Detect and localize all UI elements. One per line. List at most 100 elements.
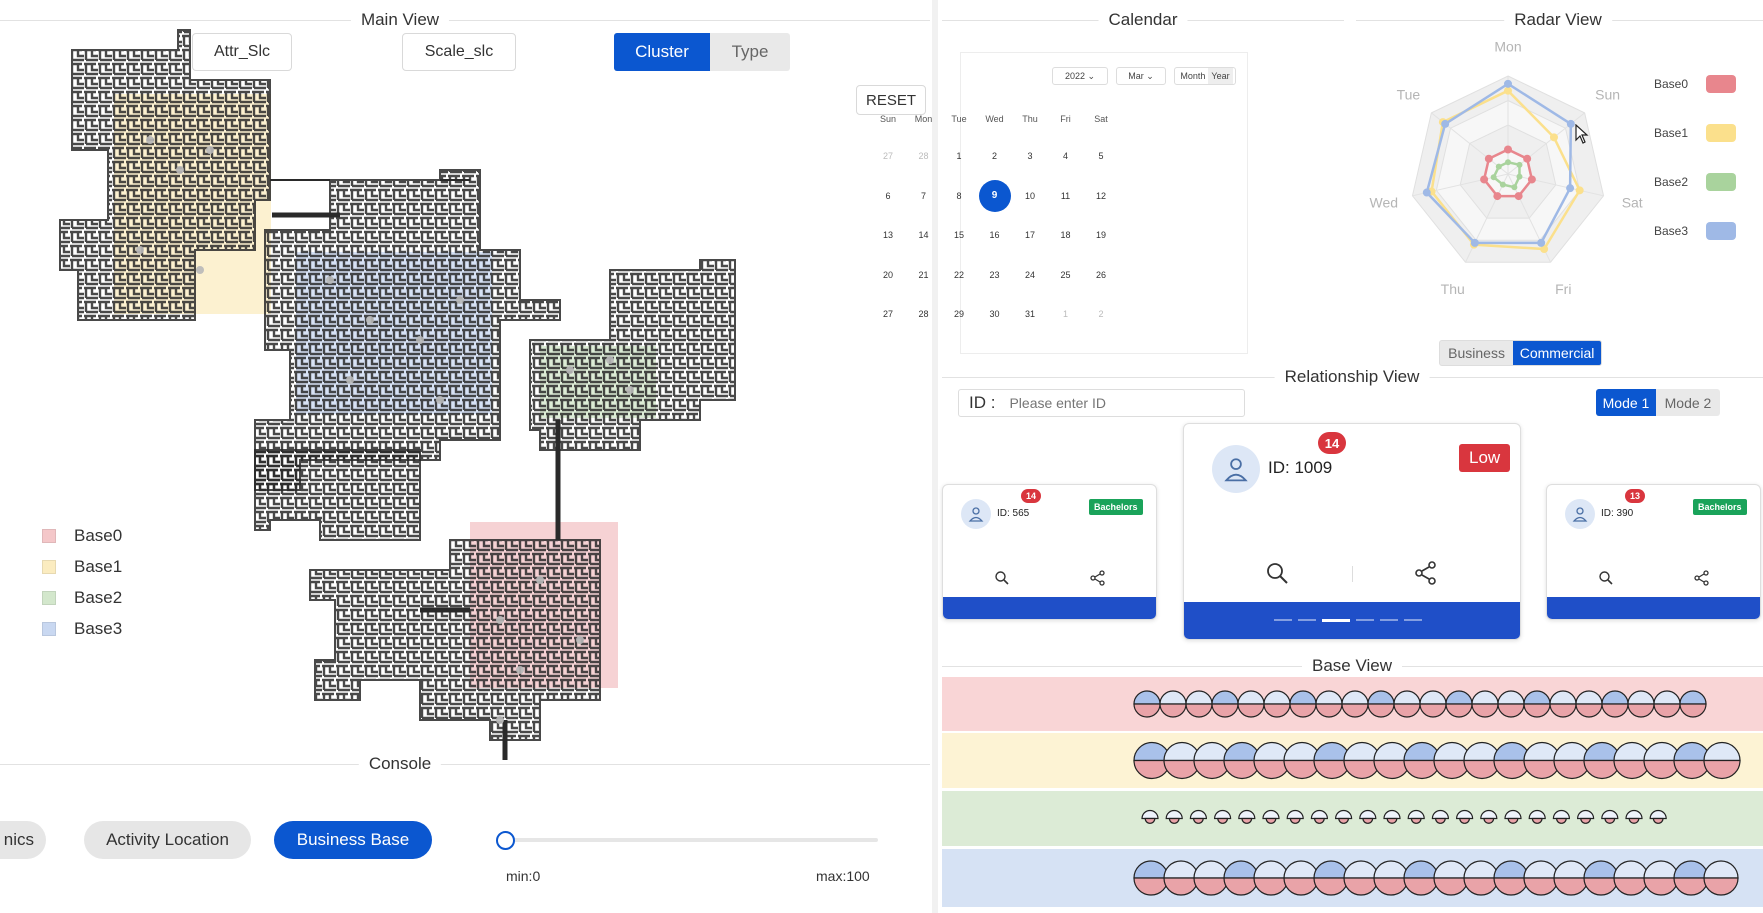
calendar-day[interactable]: 24: [1014, 270, 1046, 280]
base-glyph-bottom[interactable]: [1211, 703, 1239, 718]
base-glyph-top[interactable]: [1334, 809, 1353, 820]
base-glyph-top[interactable]: [1253, 860, 1289, 879]
base-glyph-bottom[interactable]: [1434, 817, 1446, 824]
radar-point[interactable]: [1441, 119, 1450, 128]
carousel-dot[interactable]: [1356, 619, 1374, 621]
base-glyph-bottom[interactable]: [1445, 703, 1473, 718]
base-glyph-top[interactable]: [1703, 741, 1741, 762]
calendar-day[interactable]: 26: [1085, 270, 1117, 280]
share-icon[interactable]: [1414, 561, 1438, 585]
base-glyph-bottom[interactable]: [1223, 877, 1259, 896]
calendar-day[interactable]: 1: [943, 151, 975, 161]
mode-1-toggle[interactable]: Mode 1: [1596, 389, 1656, 416]
radar-legend-item[interactable]: Base3: [1654, 222, 1736, 240]
base-glyph-top[interactable]: [1419, 690, 1447, 705]
base-glyph-top[interactable]: [1286, 809, 1304, 820]
base-glyph-bottom[interactable]: [1628, 817, 1640, 824]
base-glyph-top[interactable]: [1213, 809, 1232, 820]
base-glyph-top[interactable]: [1601, 809, 1619, 820]
base-glyph-bottom[interactable]: [1613, 877, 1649, 896]
radar-point[interactable]: [1480, 175, 1489, 184]
base-glyph-top[interactable]: [1549, 690, 1577, 705]
base-glyph-bottom[interactable]: [1643, 877, 1679, 896]
base-glyph-top[interactable]: [1552, 809, 1571, 820]
base-glyph-bottom[interactable]: [1338, 817, 1350, 824]
calendar-day[interactable]: 17: [1014, 230, 1046, 240]
base-glyph-top[interactable]: [1445, 690, 1473, 705]
radar-point[interactable]: [1537, 238, 1546, 247]
base-glyph-top[interactable]: [1141, 809, 1159, 820]
base-glyph-top[interactable]: [1223, 860, 1259, 879]
radar-point[interactable]: [1516, 161, 1523, 168]
base-glyph-bottom[interactable]: [1583, 877, 1619, 896]
calendar-day[interactable]: 5: [1085, 151, 1117, 161]
base-glyph-bottom[interactable]: [1192, 817, 1204, 824]
base-glyph-bottom[interactable]: [1523, 877, 1559, 896]
calendar-day[interactable]: 1: [1050, 309, 1082, 319]
base-glyph-bottom[interactable]: [1483, 817, 1495, 824]
base-glyph-top[interactable]: [1673, 860, 1709, 879]
base-glyph-top[interactable]: [1583, 860, 1619, 879]
base-glyph-top[interactable]: [1553, 860, 1589, 879]
base-glyph-bottom[interactable]: [1168, 817, 1180, 824]
base-row[interactable]: [942, 849, 1763, 907]
calendar-day[interactable]: 20: [872, 270, 904, 280]
base-glyph-bottom[interactable]: [1497, 703, 1525, 718]
base-glyph-bottom[interactable]: [1386, 817, 1398, 824]
base-glyph-bottom[interactable]: [1652, 817, 1664, 824]
base-glyph-bottom[interactable]: [1265, 817, 1277, 824]
business-toggle[interactable]: Business: [1440, 341, 1513, 365]
search-icon[interactable]: [1265, 561, 1289, 585]
carousel-dot[interactable]: [1298, 619, 1316, 621]
base-glyph-bottom[interactable]: [1419, 703, 1447, 718]
search-icon[interactable]: [994, 570, 1010, 586]
base-glyph-top[interactable]: [1575, 690, 1603, 705]
base-glyph-bottom[interactable]: [1289, 703, 1317, 718]
base-glyph-bottom[interactable]: [1289, 817, 1301, 824]
radar-point[interactable]: [1422, 188, 1431, 197]
base-glyph-top[interactable]: [1576, 809, 1595, 820]
calendar-day[interactable]: 4: [1050, 151, 1082, 161]
base-glyph-top[interactable]: [1189, 809, 1208, 820]
person-card-1009[interactable]: 14 ID: 1009 Low: [1183, 423, 1521, 640]
base-glyph-bottom[interactable]: [1555, 817, 1567, 824]
threshold-slider-track[interactable]: [506, 838, 878, 842]
calendar-day[interactable]: 14: [908, 230, 940, 240]
base-glyph-bottom[interactable]: [1159, 703, 1187, 718]
calendar-day[interactable]: 11: [1050, 191, 1082, 201]
base-glyph-bottom[interactable]: [1410, 817, 1422, 824]
calendar-day[interactable]: 13: [872, 230, 904, 240]
radar-point[interactable]: [1566, 184, 1575, 193]
base-glyph-top[interactable]: [1315, 690, 1343, 705]
search-icon[interactable]: [1598, 570, 1614, 586]
radar-point[interactable]: [1523, 154, 1532, 163]
base-glyph-bottom[interactable]: [1313, 817, 1325, 824]
base-glyph-bottom[interactable]: [1341, 703, 1369, 718]
base-glyph-bottom[interactable]: [1362, 817, 1374, 824]
base-glyph-bottom[interactable]: [1393, 703, 1421, 718]
radar-legend-item[interactable]: Base2: [1654, 173, 1736, 191]
activity-location-button[interactable]: Activity Location: [84, 821, 251, 859]
base-glyph-bottom[interactable]: [1575, 703, 1603, 718]
base-glyph-bottom[interactable]: [1673, 877, 1709, 896]
calendar-day[interactable]: 15: [943, 230, 975, 240]
radar-point[interactable]: [1504, 79, 1512, 88]
calendar-day[interactable]: 12: [1085, 191, 1117, 201]
radar-point[interactable]: [1549, 133, 1558, 142]
calendar-day[interactable]: 2: [979, 151, 1011, 161]
base-glyph-bottom[interactable]: [1580, 817, 1592, 824]
carousel-dot[interactable]: [1404, 619, 1422, 621]
person-card-565[interactable]: 14 ID: 565 Bachelors: [942, 484, 1157, 620]
radar-point[interactable]: [1504, 86, 1512, 95]
base-glyph-top[interactable]: [1283, 860, 1319, 879]
radar-point[interactable]: [1470, 238, 1479, 247]
calendar-day[interactable]: 2: [1085, 309, 1117, 319]
base-glyph-bottom[interactable]: [1531, 817, 1543, 824]
year-mode[interactable]: Year: [1208, 68, 1233, 84]
calendar-day[interactable]: 7: [908, 191, 940, 201]
radar-point[interactable]: [1514, 192, 1523, 201]
base-glyph-top[interactable]: [1463, 860, 1499, 879]
base-glyph-top[interactable]: [1471, 690, 1499, 705]
base-glyph-bottom[interactable]: [1133, 877, 1169, 896]
base-glyph-top[interactable]: [1163, 860, 1199, 879]
